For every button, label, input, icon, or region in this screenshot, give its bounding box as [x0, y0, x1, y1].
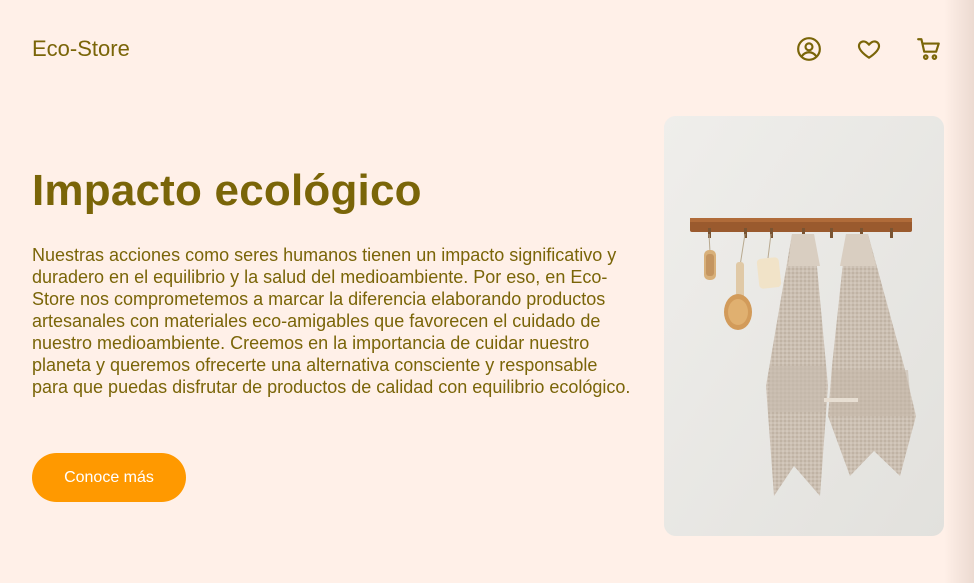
heart-icon: [857, 40, 881, 59]
towels-photo: [664, 116, 944, 536]
user-circle-icon: [797, 37, 821, 61]
cart-button[interactable]: [916, 36, 942, 62]
brand-logo[interactable]: Eco-Store: [32, 36, 130, 62]
learn-more-button[interactable]: Conoce más: [32, 453, 186, 502]
account-button[interactable]: [796, 36, 822, 62]
right-edge-shadow: [944, 0, 974, 583]
favorites-button[interactable]: [856, 36, 882, 62]
hero-image: [664, 116, 944, 536]
cart-icon: [917, 38, 940, 60]
header-actions: [796, 36, 942, 62]
hero-description: Nuestras acciones como seres humanos tie…: [32, 245, 631, 397]
hero-title: Impacto ecológico: [32, 166, 422, 215]
